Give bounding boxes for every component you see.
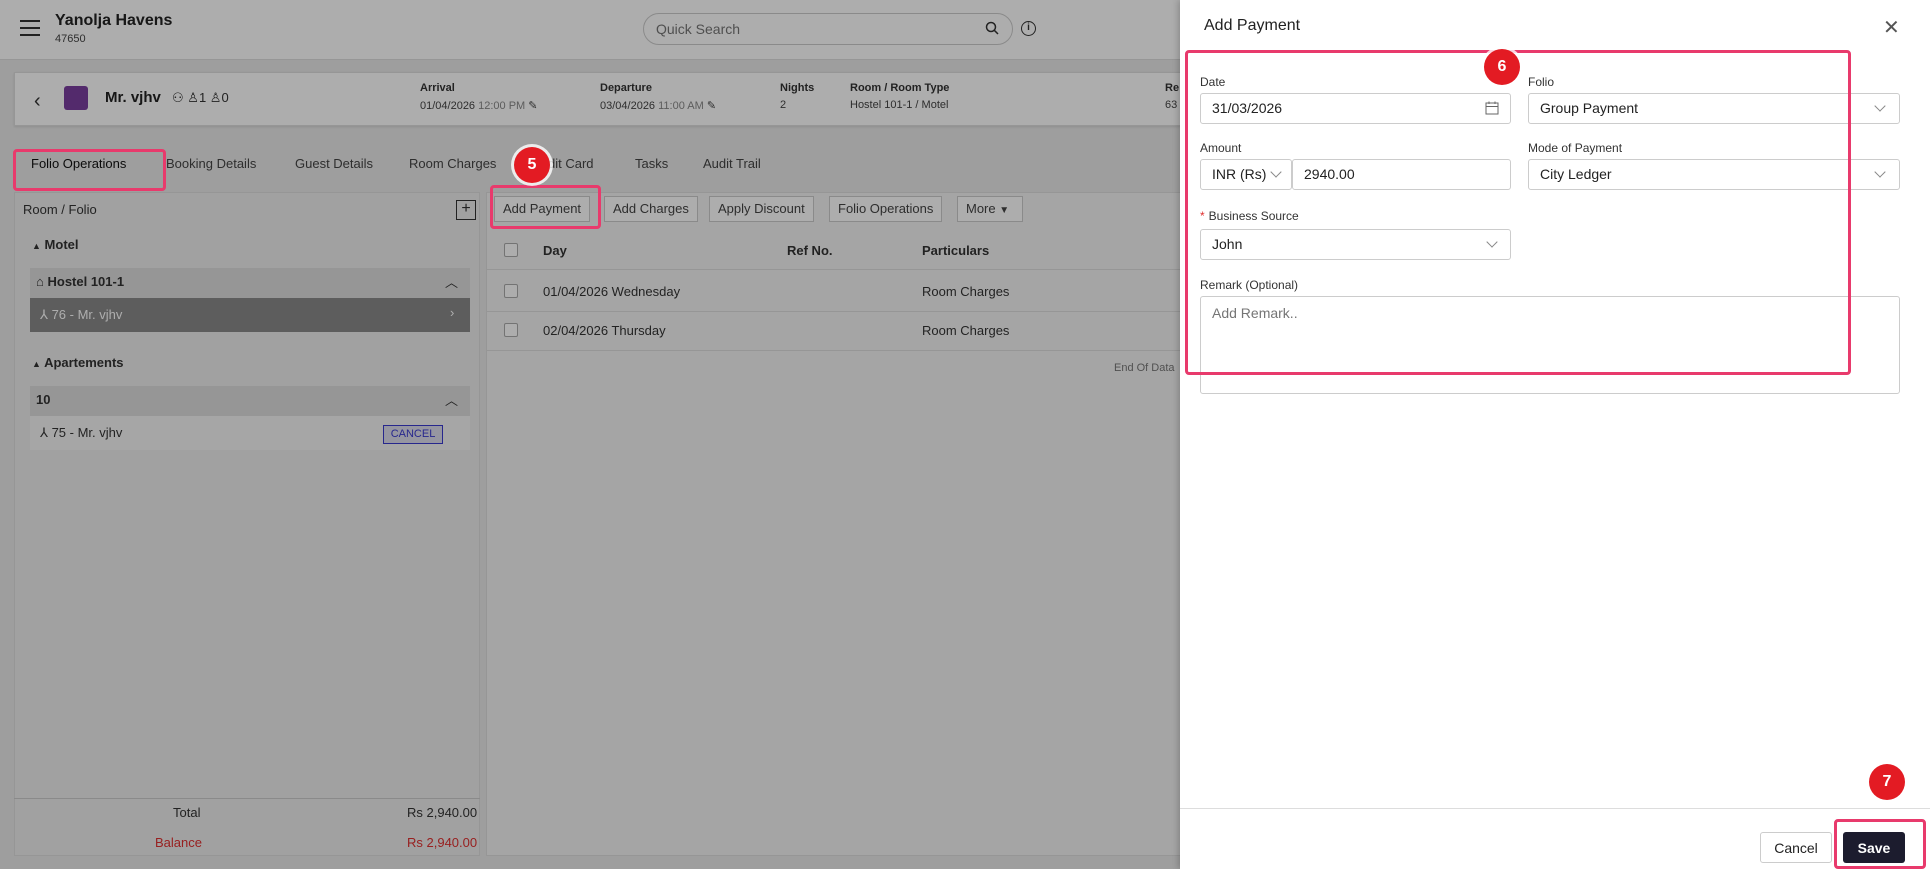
close-icon[interactable]: ✕ <box>1883 18 1900 38</box>
highlight-payment-form <box>1185 50 1851 375</box>
drawer-title: Add Payment <box>1204 17 1301 34</box>
highlight-folio-tab <box>13 149 166 191</box>
step-badge-5: 5 <box>514 147 550 183</box>
drawer-footer-divider <box>1180 808 1930 809</box>
highlight-add-payment <box>490 185 601 229</box>
cancel-button[interactable]: Cancel <box>1760 832 1832 863</box>
step-badge-6: 6 <box>1484 49 1520 85</box>
step-badge-7: 7 <box>1869 764 1905 800</box>
highlight-save <box>1834 819 1926 869</box>
modal-backdrop[interactable] <box>0 0 1180 869</box>
